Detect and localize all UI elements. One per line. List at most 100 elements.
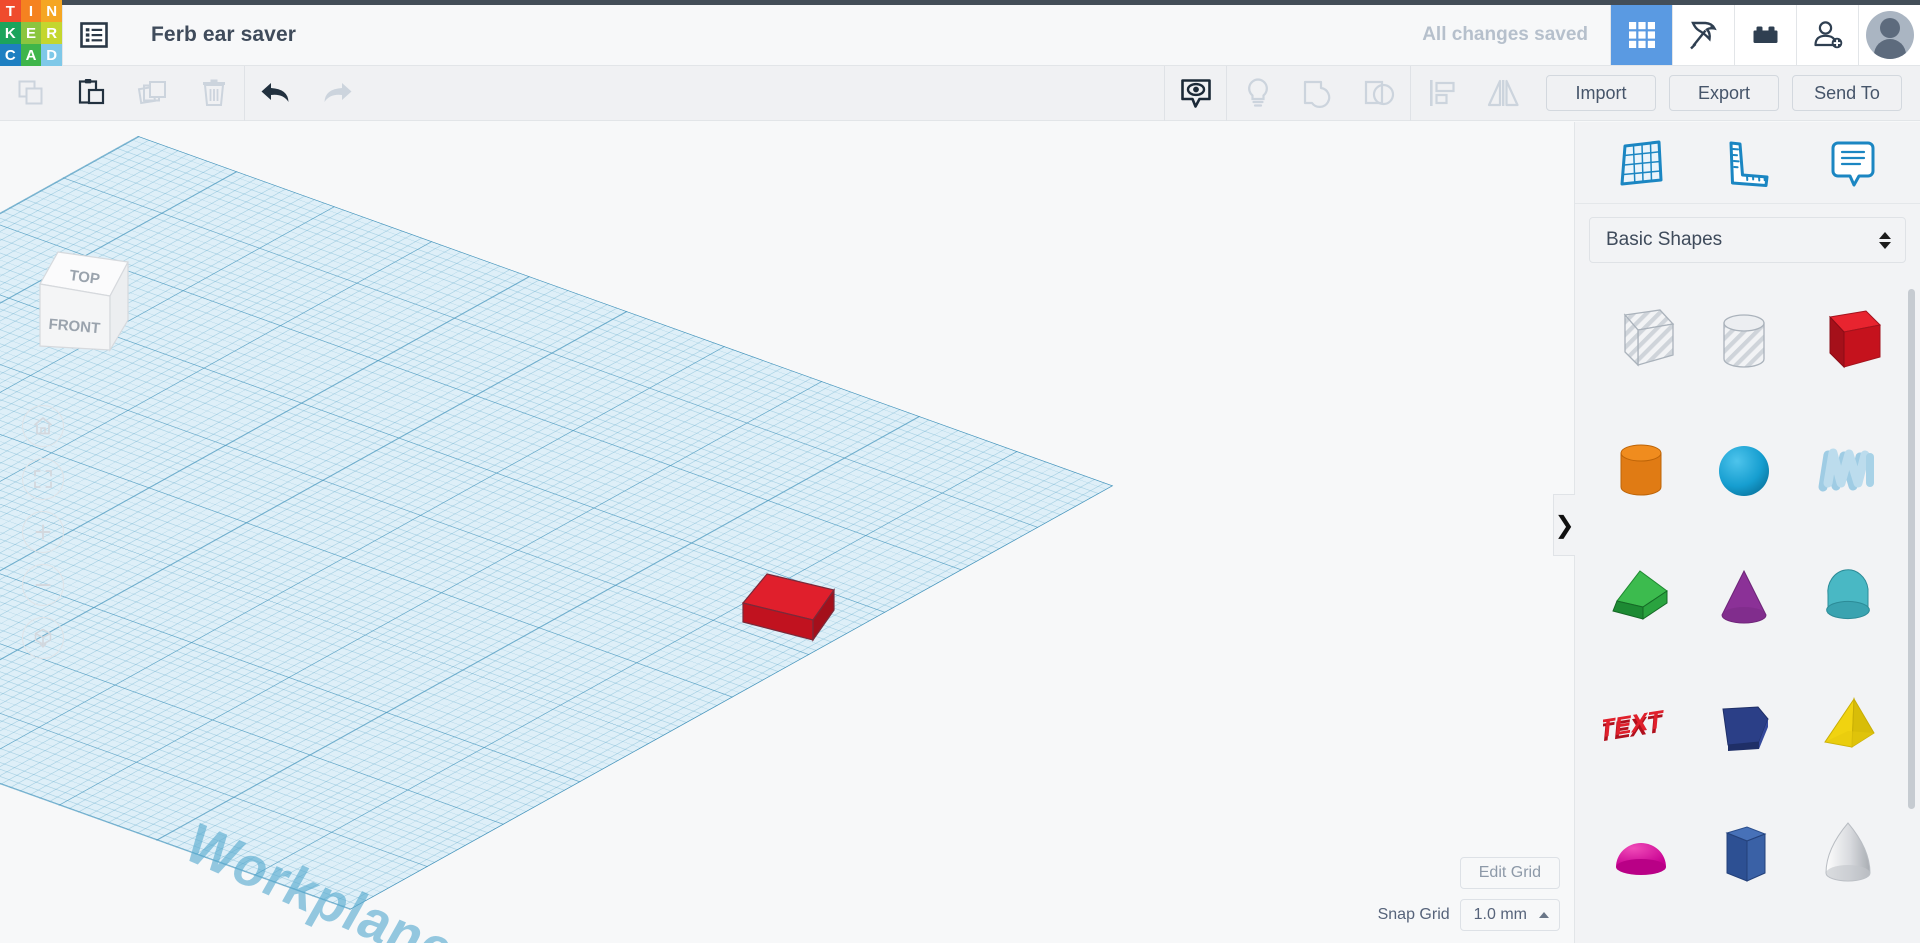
home-view-icon	[32, 415, 54, 437]
grid-blocks-icon	[1626, 19, 1658, 51]
viewport-nav-controls	[22, 405, 64, 659]
shape-box[interactable]	[1796, 279, 1900, 407]
workplane-grid[interactable]	[0, 136, 1113, 910]
invite-people-button[interactable]	[1796, 5, 1858, 65]
logo-cell-t: T	[0, 0, 21, 22]
view-cube[interactable]: TOP FRONT	[18, 238, 148, 373]
show-hide-button[interactable]	[1165, 66, 1226, 121]
paste-icon	[76, 77, 108, 109]
avatar	[1866, 11, 1914, 59]
redo-icon	[319, 77, 355, 109]
edit-grid-button[interactable]: Edit Grid	[1460, 857, 1560, 889]
shape-scribble[interactable]	[1796, 407, 1900, 535]
shape-category-wrap: Basic Shapes	[1575, 204, 1920, 273]
duplicate-icon	[137, 77, 169, 109]
box-hole-shape-icon	[1603, 303, 1679, 383]
user-account-button[interactable]	[1858, 5, 1920, 65]
tab-notes[interactable]	[1811, 137, 1895, 189]
shape-cylinder-hole[interactable]	[1693, 279, 1797, 407]
tab-workplane[interactable]	[1600, 137, 1684, 189]
polygon-shape-icon	[1706, 687, 1782, 767]
note-button[interactable]	[1227, 66, 1288, 121]
export-button[interactable]: Export	[1669, 75, 1779, 111]
zoom-out-button[interactable]	[22, 564, 64, 606]
undo-button[interactable]	[245, 66, 306, 121]
red-box-shape	[730, 570, 850, 660]
align-button[interactable]	[1411, 66, 1472, 121]
orthographic-view-button[interactable]	[22, 617, 64, 659]
logo-cell-a: A	[21, 44, 42, 66]
shape-roof[interactable]	[1796, 535, 1900, 663]
delete-button[interactable]	[183, 66, 244, 121]
shape-grid: TEXT TEXT	[1575, 273, 1920, 919]
pyramid-shape-icon	[1810, 687, 1886, 767]
list-menu-icon	[79, 20, 109, 50]
logo-cell-r: R	[41, 22, 62, 44]
shape-category-value: Basic Shapes	[1606, 229, 1722, 251]
fit-to-view-button[interactable]	[22, 458, 64, 500]
spinner-arrows-icon	[1879, 232, 1891, 249]
roof-shape-icon	[1810, 559, 1886, 639]
collapse-panel-button[interactable]: ❯	[1553, 494, 1575, 556]
snap-grid-label: Snap Grid	[1378, 906, 1450, 924]
undo-icon	[258, 77, 294, 109]
box-object[interactable]	[730, 570, 850, 665]
cylinder-hole-shape-icon	[1706, 303, 1782, 383]
ruler-tab-icon	[1722, 137, 1772, 189]
hexagon-prism-shape-icon	[1706, 815, 1782, 895]
zoom-in-button[interactable]	[22, 511, 64, 553]
shape-paraboloid[interactable]	[1796, 791, 1900, 919]
tinkercad-logo[interactable]: TINKERCAD	[0, 0, 62, 66]
cylinder-shape-icon	[1603, 431, 1679, 511]
snap-grid-select[interactable]: 1.0 mm	[1460, 899, 1560, 931]
home-view-button[interactable]	[22, 405, 64, 447]
mirror-icon	[1485, 76, 1521, 110]
ungroup-button[interactable]	[1349, 66, 1410, 121]
copy-button[interactable]	[0, 66, 61, 121]
text-shape-icon: TEXT TEXT	[1603, 687, 1679, 767]
notes-tab-icon	[1828, 137, 1878, 189]
shape-cylinder[interactable]	[1589, 407, 1693, 535]
document-title[interactable]: Ferb ear saver	[125, 5, 296, 65]
half-sphere-shape-icon	[1603, 815, 1679, 895]
main-menu-button[interactable]	[63, 5, 125, 65]
wedge-shape-icon	[1603, 559, 1679, 639]
shape-wedge[interactable]	[1589, 535, 1693, 663]
redo-button[interactable]	[306, 66, 367, 121]
paraboloid-shape-icon	[1810, 815, 1886, 895]
blocks-mode-button[interactable]	[1610, 5, 1672, 65]
paste-button[interactable]	[61, 66, 122, 121]
caret-up-icon	[1539, 912, 1549, 918]
orthographic-view-icon	[32, 627, 54, 649]
tinkercad-app: TINKERCAD Ferb ear saver All changes sav…	[0, 0, 1920, 943]
shapes-panel: ❯	[1574, 122, 1920, 943]
lego-mode-button[interactable]	[1734, 5, 1796, 65]
import-button[interactable]: Import	[1546, 75, 1656, 111]
shape-text[interactable]: TEXT TEXT	[1589, 663, 1693, 791]
shape-sphere[interactable]	[1693, 407, 1797, 535]
3d-viewport[interactable]: Workplane TOP FRONT	[0, 122, 1574, 943]
panel-tabs	[1575, 122, 1920, 204]
shape-category-select[interactable]: Basic Shapes	[1589, 217, 1906, 263]
edit-toolbar: Import Export Send To	[0, 66, 1920, 121]
logo-cell-d: D	[41, 44, 62, 66]
mirror-button[interactable]	[1472, 66, 1533, 121]
zoom-in-icon	[32, 521, 54, 543]
shape-polygon[interactable]	[1693, 663, 1797, 791]
align-icon	[1425, 76, 1459, 110]
shape-hexagon[interactable]	[1693, 791, 1797, 919]
shape-box-hole[interactable]	[1589, 279, 1693, 407]
group-icon	[1301, 76, 1337, 110]
minecraft-mode-button[interactable]	[1672, 5, 1734, 65]
duplicate-button[interactable]	[122, 66, 183, 121]
tab-ruler[interactable]	[1705, 137, 1789, 189]
shape-cone[interactable]	[1693, 535, 1797, 663]
scribble-shape-icon	[1810, 431, 1886, 511]
logo-cell-n: N	[41, 0, 62, 22]
panel-scrollbar[interactable]	[1908, 289, 1915, 809]
shape-pyramid[interactable]	[1796, 663, 1900, 791]
group-button[interactable]	[1288, 66, 1349, 121]
shape-half-sphere[interactable]	[1589, 791, 1693, 919]
zoom-out-icon	[32, 574, 54, 596]
send-to-button[interactable]: Send To	[1792, 75, 1902, 111]
